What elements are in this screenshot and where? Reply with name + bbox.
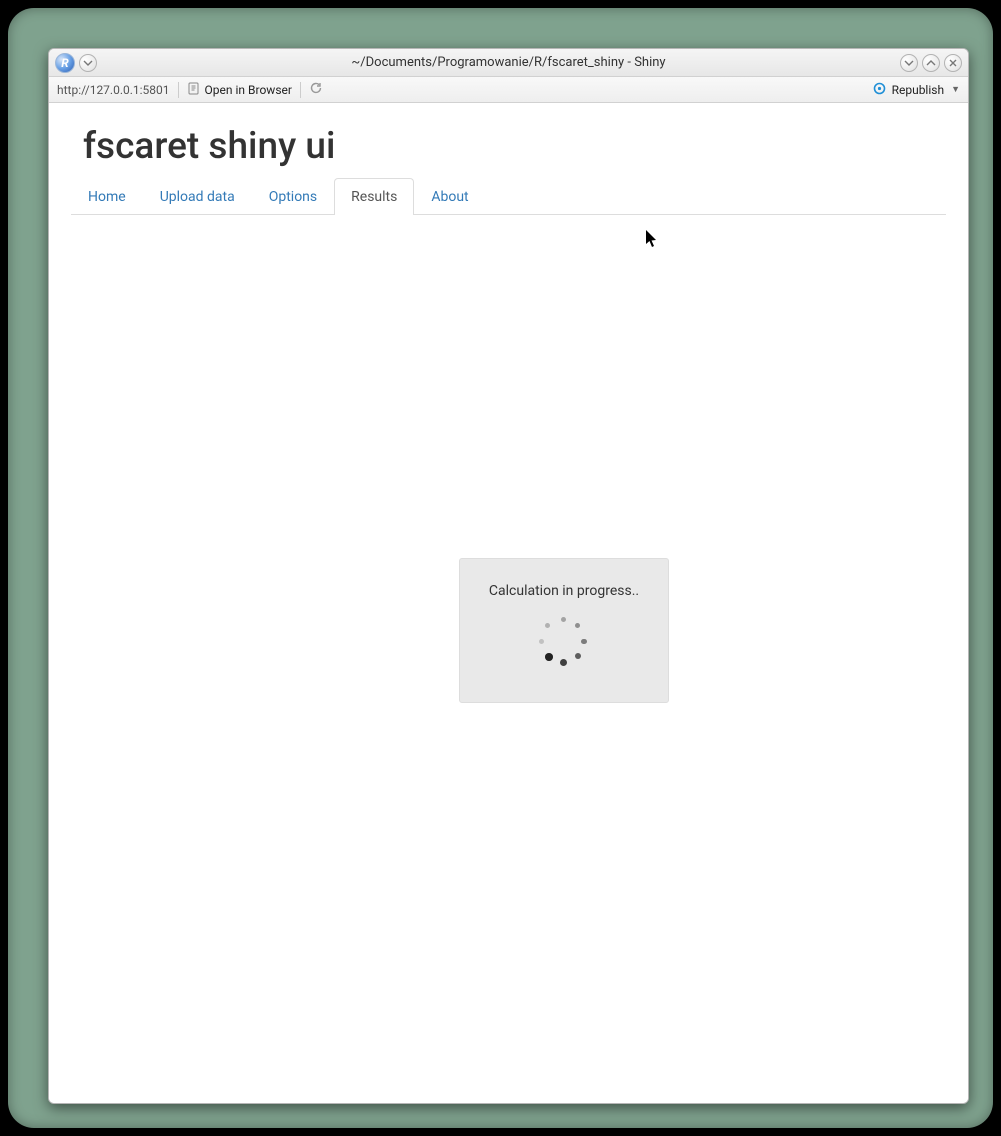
tab-about[interactable]: About bbox=[414, 178, 485, 215]
nav-tabs: Home Upload data Options Results About bbox=[71, 178, 946, 215]
publish-icon bbox=[872, 81, 887, 99]
window-title: ~/Documents/Programowanie/R/fscaret_shin… bbox=[49, 55, 968, 70]
refresh-button[interactable] bbox=[309, 81, 323, 98]
separator bbox=[300, 82, 301, 98]
minimize-button[interactable] bbox=[900, 54, 918, 72]
tab-options[interactable]: Options bbox=[252, 178, 334, 215]
close-button[interactable] bbox=[944, 54, 962, 72]
tab-home[interactable]: Home bbox=[71, 178, 143, 215]
page-title: fscaret shiny ui bbox=[49, 103, 968, 178]
progress-message: Calculation in progress.. bbox=[489, 583, 639, 599]
spinner-icon bbox=[539, 617, 589, 667]
maximize-button[interactable] bbox=[922, 54, 940, 72]
url-display: http://127.0.0.1:5801 bbox=[57, 83, 170, 97]
republish-button[interactable]: Republish ▼ bbox=[872, 81, 960, 99]
open-in-browser-label: Open in Browser bbox=[205, 83, 292, 97]
progress-box: Calculation in progress.. bbox=[459, 558, 669, 703]
window-menu-button[interactable] bbox=[79, 54, 97, 72]
toolbar: http://127.0.0.1:5801 Open in Browser Re… bbox=[49, 77, 968, 103]
caret-down-icon: ▼ bbox=[951, 84, 960, 95]
mouse-cursor-icon bbox=[645, 229, 659, 253]
content-area: fscaret shiny ui Home Upload data Option… bbox=[49, 103, 968, 1103]
browser-icon bbox=[187, 81, 201, 98]
r-logo-icon: R bbox=[55, 53, 75, 73]
tab-upload-data[interactable]: Upload data bbox=[143, 178, 252, 215]
republish-label: Republish bbox=[892, 83, 945, 97]
separator bbox=[178, 82, 179, 98]
open-in-browser-button[interactable]: Open in Browser bbox=[187, 81, 292, 98]
app-window: R ~/Documents/Programowanie/R/fscaret_sh… bbox=[48, 48, 969, 1104]
desktop-background: R ~/Documents/Programowanie/R/fscaret_sh… bbox=[8, 8, 993, 1128]
tab-results[interactable]: Results bbox=[334, 178, 414, 215]
titlebar: R ~/Documents/Programowanie/R/fscaret_sh… bbox=[49, 49, 968, 77]
